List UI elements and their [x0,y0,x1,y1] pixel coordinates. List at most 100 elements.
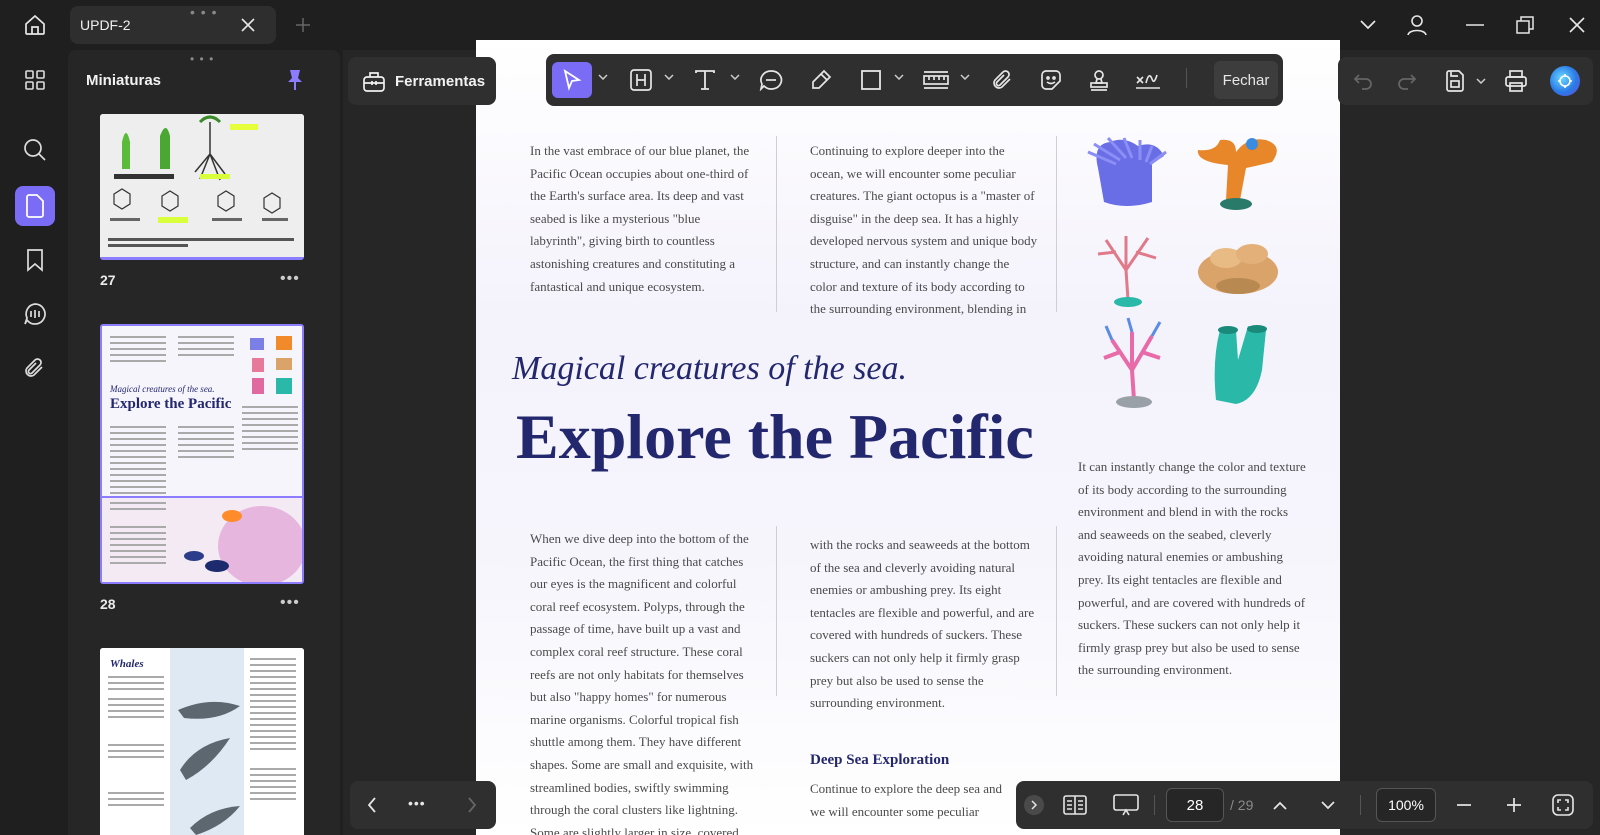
close-window-icon[interactable] [1564,12,1590,38]
sidebar-item-bookmarks[interactable] [15,240,55,280]
zoom-level-field[interactable]: 100% [1376,788,1436,822]
chevron-down-icon[interactable] [730,74,740,80]
attach-tool[interactable] [986,62,1020,98]
comment-icon [759,69,783,91]
orange-coral-illustration [1197,138,1277,210]
thumbnail-page-number: 27 [100,272,116,288]
highlighter-icon [810,69,832,91]
next-arrow-icon[interactable] [460,793,484,817]
sidebar-item-grid[interactable] [15,60,55,100]
home-icon[interactable] [18,10,52,40]
section-heading[interactable]: Deep Sea Exploration [810,752,949,769]
paragraph-col1-top[interactable]: In the vast embrace of our blue planet, … [530,140,754,298]
zoom-in-icon[interactable] [1502,793,1526,817]
account-icon[interactable] [1404,12,1430,38]
stamp-icon [1088,69,1110,91]
chevron-down-icon[interactable] [664,74,674,80]
sidebar-item-search[interactable] [15,130,55,170]
chevron-down-icon[interactable] [960,74,970,80]
page-layout-icon[interactable] [1062,793,1088,817]
nav-separator [1360,795,1361,815]
redo-icon[interactable] [1394,69,1420,93]
paperclip-icon [24,356,46,380]
paragraph-col2-top[interactable]: Continuing to explore deeper into the oc… [810,140,1038,318]
nav-separator [1154,795,1155,815]
sidebar-item-comments[interactable] [15,294,55,334]
ruler-icon [923,69,949,91]
quick-actions-bar [1338,57,1593,105]
left-sidebar [0,50,68,835]
chevron-down-icon[interactable] [1316,793,1340,817]
signature-tool[interactable] [1130,62,1166,98]
fit-page-icon[interactable] [1550,792,1576,818]
undo-icon[interactable] [1350,69,1376,93]
blue-pink-coral-illustration [1103,317,1162,408]
thumbnail-more-button[interactable]: ••• [280,594,300,612]
tab-drag-handle[interactable]: • • • [190,4,217,20]
text-box-tool[interactable] [624,62,658,98]
restore-window-icon[interactable] [1512,12,1538,38]
tab-title: UPDF-2 [80,17,131,33]
paragraph-col2-bottom[interactable]: with the rocks and seaweeds at the botto… [810,534,1038,715]
main-title[interactable]: Explore the Pacific [516,400,1034,474]
paragraph-col1-bottom[interactable]: When we dive deep into the bottom of the… [530,528,754,835]
thumbnail-more-button[interactable]: ••• [280,270,300,288]
bookmark-icon [26,248,44,272]
document-tab[interactable]: UPDF-2 • • • [70,4,276,44]
new-tab-icon[interactable] [292,14,314,36]
rectangle-tool[interactable] [854,62,888,98]
sidebar-item-thumbnails[interactable] [15,186,55,226]
grid-icon [24,69,46,91]
save-icon[interactable] [1442,69,1468,93]
viewport-indicator [102,496,302,498]
page-navigation-right: 28 / 29 100% [1016,781,1593,829]
thumbnail-page-29[interactable]: Whales [100,648,304,835]
text-icon [694,69,716,91]
thumbnail-page-28[interactable]: Magical creatures of the sea. Explore th… [100,324,304,584]
tools-button[interactable]: Ferramentas [348,57,496,105]
select-tool[interactable] [552,62,592,98]
stamp-tool[interactable] [1082,62,1116,98]
panel-drag-handle[interactable]: • • • [190,52,214,66]
more-options-button[interactable]: ••• [408,795,426,811]
cursor-icon [562,69,582,91]
sticker-tool[interactable] [1034,62,1068,98]
minimize-icon[interactable] [1462,14,1488,36]
rectangle-icon [860,69,882,91]
highlighter-tool[interactable] [804,62,838,98]
thumbnail-script-title: Magical creatures of the sea. [110,384,215,394]
close-tab-icon[interactable] [238,15,258,35]
thumbnail-whales-title: Whales [110,658,144,670]
close-toolbar-button[interactable]: Fechar [1214,61,1278,99]
thumbnail-panel: • • • Miniaturas 27 ••• Magical creature… [68,50,340,835]
pin-icon[interactable] [284,68,306,92]
column-divider [1056,526,1057,696]
comment-tool[interactable] [754,62,788,98]
previous-arrow-icon[interactable] [360,793,384,817]
paperclip-icon [992,69,1014,91]
chevron-down-icon[interactable] [1356,14,1380,36]
ai-assistant-icon[interactable] [1550,66,1580,96]
text-tool[interactable] [688,62,722,98]
sidebar-item-attachments[interactable] [15,348,55,388]
page-number-input[interactable]: 28 [1166,788,1224,822]
chevron-down-icon[interactable] [894,74,904,80]
column-divider [1056,136,1057,312]
chevron-down-icon[interactable] [598,74,608,80]
thumbnail-page-number: 28 [100,596,116,612]
page-icon [25,194,45,218]
thumbnail-main-title: Explore the Pacific [110,396,232,412]
presentation-icon[interactable] [1112,792,1140,818]
paragraph-col3-right[interactable]: It can instantly change the color and te… [1078,456,1306,682]
chevron-up-icon[interactable] [1268,793,1292,817]
anemone-illustration [1087,136,1167,206]
mushroom-coral-illustration [1198,244,1278,294]
paragraph-col2-section[interactable]: Continue to explore the deep sea and we … [810,778,1020,824]
chevron-down-icon[interactable] [1476,78,1486,84]
script-title[interactable]: Magical creatures of the sea. [512,350,907,388]
zoom-out-icon[interactable] [1452,793,1476,817]
measure-tool[interactable] [918,62,954,98]
thumbnail-page-27[interactable] [100,114,304,260]
collapse-toggle-icon[interactable] [1024,795,1044,815]
print-icon[interactable] [1502,68,1530,94]
